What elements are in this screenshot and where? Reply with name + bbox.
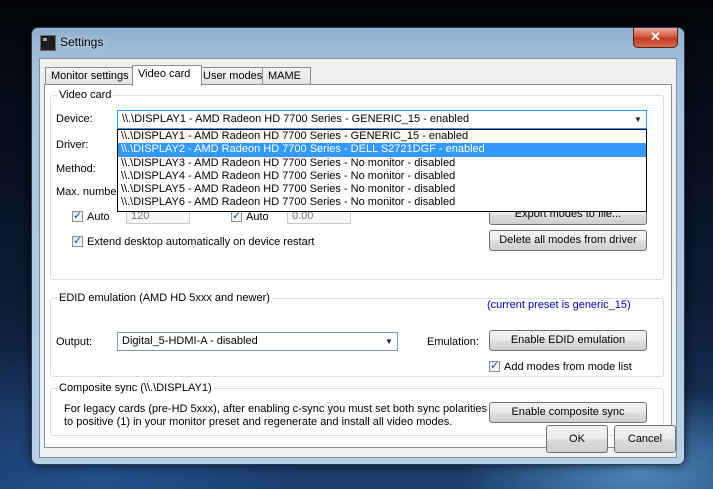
close-button[interactable]: ✕ xyxy=(633,28,678,48)
method-label: Method: xyxy=(56,163,96,175)
tab-video-card[interactable]: Video card xyxy=(132,65,202,86)
client-area: Monitor settings Video card User modes M… xyxy=(39,58,677,458)
device-select-value: \\.\DISPLAY1 - AMD Radeon HD 7700 Series… xyxy=(122,113,470,125)
device-select[interactable]: \\.\DISPLAY1 - AMD Radeon HD 7700 Series… xyxy=(117,110,647,129)
max-number-label: Max. numbe xyxy=(56,186,117,198)
output-select[interactable]: Digital_5-HDMI-A - disabled ▼ xyxy=(117,332,398,351)
device-option[interactable]: \\.\DISPLAY6 - AMD Radeon HD 7700 Series… xyxy=(118,196,646,209)
enable-edid-button[interactable]: Enable EDID emulation xyxy=(489,330,647,351)
auto-checkbox-2[interactable] xyxy=(231,209,242,222)
settings-window: Settings ✕ Monitor settings Video card U… xyxy=(31,27,685,465)
window-title: Settings xyxy=(60,35,104,49)
app-icon xyxy=(40,35,56,51)
add-modes-label: Add modes from mode list xyxy=(504,361,632,373)
chevron-down-icon[interactable]: ▼ xyxy=(381,333,397,350)
driver-label: Driver: xyxy=(56,139,89,151)
device-option[interactable]: \\.\DISPLAY4 - AMD Radeon HD 7700 Series… xyxy=(118,170,646,183)
extend-desktop-checkbox[interactable] xyxy=(72,234,83,247)
auto-checkbox-1[interactable] xyxy=(72,209,83,222)
composite-sync-group-title: Composite sync (\\.\DISPLAY1) xyxy=(57,382,214,394)
edid-group-title: EDID emulation (AMD HD 5xxx and newer) xyxy=(57,292,272,304)
device-option[interactable]: \\.\DISPLAY5 - AMD Radeon HD 7700 Series… xyxy=(118,183,646,196)
cancel-button[interactable]: Cancel xyxy=(614,425,676,453)
delete-all-modes-button[interactable]: Delete all modes from driver xyxy=(489,230,647,251)
device-option[interactable]: \\.\DISPLAY1 - AMD Radeon HD 7700 Series… xyxy=(118,130,646,143)
device-option-highlighted[interactable]: \\.\DISPLAY2 - AMD Radeon HD 7700 Series… xyxy=(118,143,646,157)
tab-mame[interactable]: MAME xyxy=(262,67,311,85)
auto-label-1: Auto xyxy=(87,211,110,223)
output-select-value: Digital_5-HDMI-A - disabled xyxy=(122,335,258,347)
tab-panel-video-card: Video card Device: \\.\DISPLAY1 - AMD Ra… xyxy=(44,84,672,448)
enable-composite-sync-button[interactable]: Enable composite sync xyxy=(489,402,647,423)
video-card-group-title: Video card xyxy=(57,89,114,101)
emulation-label: Emulation: xyxy=(427,336,479,348)
auto-label-2: Auto xyxy=(246,211,269,223)
ok-button[interactable]: OK xyxy=(546,425,608,453)
title-bar[interactable]: Settings ✕ xyxy=(32,28,684,58)
add-modes-checkbox[interactable] xyxy=(489,359,500,372)
output-label: Output: xyxy=(56,336,93,348)
device-label: Device: xyxy=(56,113,93,125)
csync-description-line2: to positive (1) in your monitor preset a… xyxy=(64,416,453,428)
current-preset-note: (current preset is generic_15) xyxy=(487,299,631,311)
csync-description-line1: For legacy cards (pre-HD 5xxx), after en… xyxy=(64,403,488,415)
tab-user-modes[interactable]: User modes xyxy=(197,67,266,85)
chevron-down-icon[interactable]: ▼ xyxy=(630,111,646,128)
tab-monitor-settings[interactable]: Monitor settings xyxy=(45,67,135,85)
device-option[interactable]: \\.\DISPLAY3 - AMD Radeon HD 7700 Series… xyxy=(118,157,646,170)
device-dropdown-list[interactable]: \\.\DISPLAY1 - AMD Radeon HD 7700 Series… xyxy=(117,129,647,212)
extend-desktop-label: Extend desktop automatically on device r… xyxy=(87,236,315,248)
